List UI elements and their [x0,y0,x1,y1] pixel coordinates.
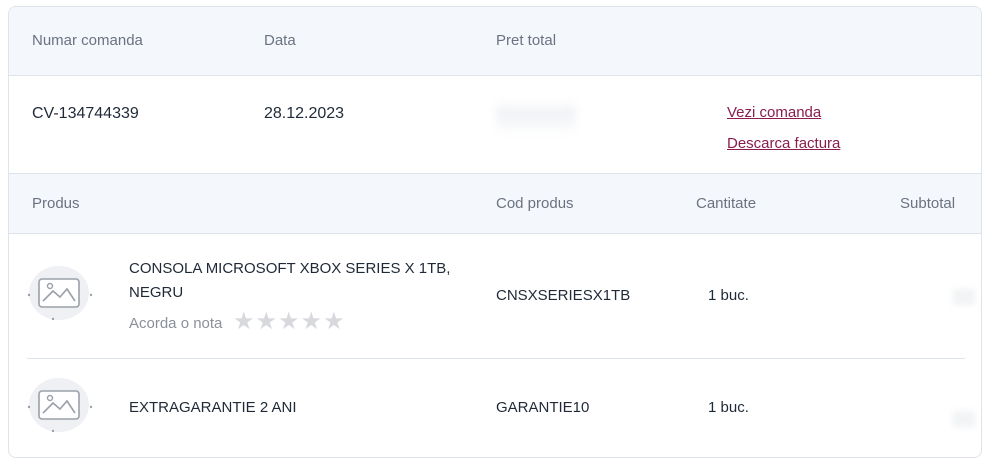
product-code: CNSXSERIESX1TB [496,287,631,304]
order-number: CV-134744339 [32,105,139,122]
row-divider [27,358,965,359]
order-date: 28.12.2023 [264,105,345,122]
star-icon[interactable]: ★ [256,308,279,335]
product-code-column-header: Cod produs [496,195,574,212]
image-placeholder-icon [27,378,93,433]
download-invoice-link[interactable]: Descarca factura [727,135,840,152]
star-icon[interactable]: ★ [301,308,324,335]
product-column-header: Produs [32,195,80,212]
product-code: GARANTIE10 [496,399,590,416]
total-price-value [496,100,576,134]
date-header: Data [264,32,296,49]
star-icon[interactable]: ★ [233,308,256,335]
total-price-header: Pret total [496,32,557,49]
order-number-header: Numar comanda [32,32,143,49]
product-name[interactable]: EXTRAGARANTIE 2 ANI [129,396,459,420]
quantity-column-header: Cantitate [696,195,757,212]
order-row [9,76,981,173]
image-placeholder-icon [27,266,93,321]
product-name[interactable]: CONSOLA MICROSOFT XBOX SERIES X 1TB, NEG… [129,257,459,305]
view-order-link[interactable]: Vezi comanda [727,104,821,121]
product-quantity: 1 buc. [708,399,749,416]
product-subtotal [953,411,975,427]
star-icon[interactable]: ★ [323,308,346,335]
rating-stars[interactable]: ★★★★★ [233,307,346,336]
subtotal-column-header: Subtotal [900,195,956,212]
product-quantity: 1 buc. [708,287,749,304]
order-card: Numar comanda Data Pret total CV-1347443… [8,6,982,458]
product-subtotal [953,289,975,305]
product-header [9,173,981,234]
star-icon[interactable]: ★ [278,308,301,335]
rating-label: Acorda o nota [129,315,223,332]
order-header [9,7,981,76]
